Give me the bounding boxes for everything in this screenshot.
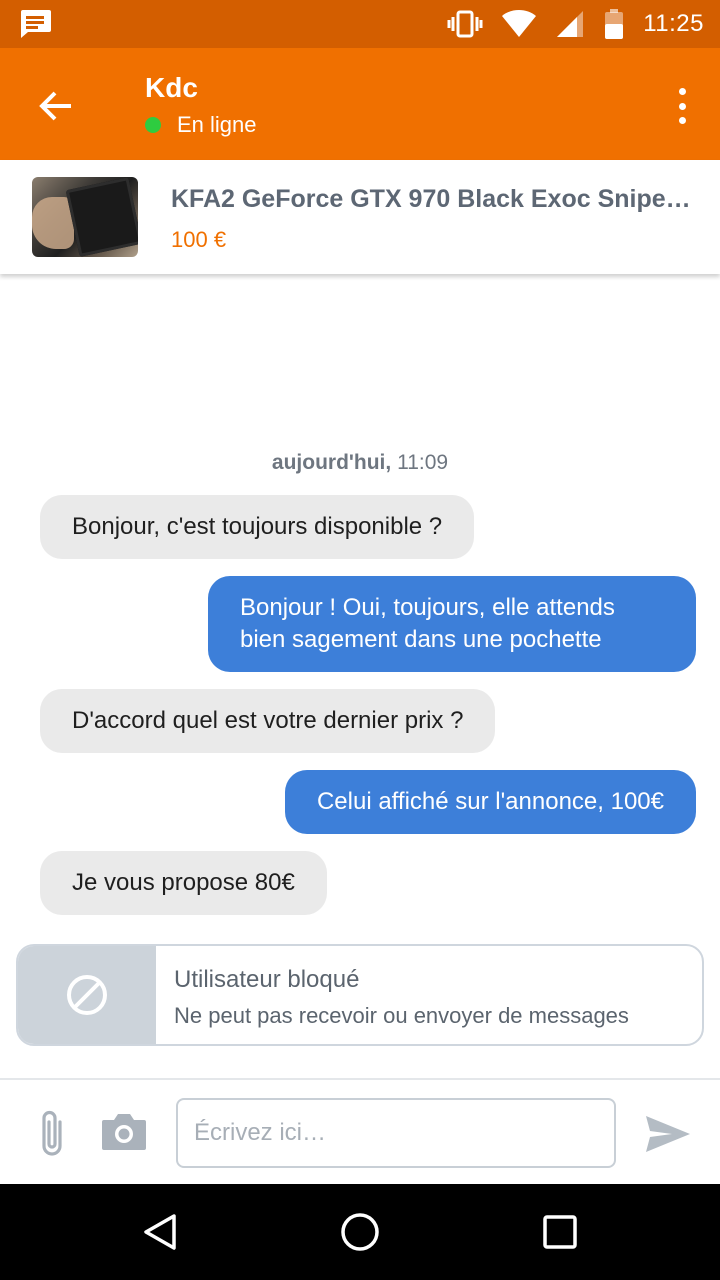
message-composer xyxy=(0,1078,720,1184)
status-bar: 11:25 xyxy=(0,0,720,48)
online-status-label: En ligne xyxy=(177,112,257,137)
message-incoming[interactable]: D'accord quel est votre dernier prix ? xyxy=(40,689,496,753)
message-outgoing[interactable]: Celui affiché sur l'annonce, 100€ xyxy=(284,770,696,834)
date-separator: aujourd'hui, 11:09 xyxy=(0,451,720,475)
message-input[interactable] xyxy=(176,1098,616,1168)
camera-icon[interactable] xyxy=(100,1110,148,1152)
paperclip-icon[interactable] xyxy=(34,1108,74,1160)
conversation-header: Kdc En ligne xyxy=(0,48,720,160)
message-incoming[interactable]: Bonjour, c'est toujours disponible ? xyxy=(40,495,475,559)
blocked-user-notice: Utilisateur bloqué Ne peut pas recevoir … xyxy=(16,944,704,1046)
listing-price: 100 € xyxy=(171,227,227,252)
date-label: aujourd'hui, xyxy=(271,451,392,474)
clock: 11:25 xyxy=(643,10,704,37)
signal-icon xyxy=(557,11,584,37)
blocked-subtitle: Ne peut pas recevoir ou envoyer de messa… xyxy=(174,1003,629,1028)
more-vert-icon xyxy=(678,88,686,95)
online-dot xyxy=(145,117,161,133)
listing-card[interactable]: KFA2 GeForce GTX 970 Black Exoc Sniper… … xyxy=(0,160,720,274)
message-outgoing[interactable]: Bonjour ! Oui, toujours, elle attends bi… xyxy=(208,576,696,672)
back-button[interactable] xyxy=(32,82,80,130)
nav-recents-button[interactable] xyxy=(536,1208,584,1256)
online-status: En ligne xyxy=(145,112,257,138)
nav-back-icon xyxy=(144,1214,176,1250)
wifi-icon xyxy=(502,10,537,37)
nav-home-button[interactable] xyxy=(336,1208,384,1256)
blocked-title: Utilisateur bloqué xyxy=(174,966,360,993)
back-arrow-icon xyxy=(39,91,71,121)
message-incoming[interactable]: Je vous propose 80€ xyxy=(40,851,327,915)
nav-back-button[interactable] xyxy=(136,1208,184,1256)
more-options-button[interactable] xyxy=(670,84,694,128)
contact-name[interactable]: Kdc xyxy=(145,72,198,104)
listing-thumbnail xyxy=(32,177,138,257)
nav-recents-icon xyxy=(543,1215,577,1249)
system-navigation-bar xyxy=(0,1184,720,1280)
battery-icon xyxy=(605,9,624,39)
block-icon xyxy=(67,975,107,1015)
send-icon[interactable] xyxy=(644,1114,692,1154)
nav-home-icon xyxy=(341,1213,379,1251)
vibrate-icon xyxy=(447,10,483,38)
listing-title: KFA2 GeForce GTX 970 Black Exoc Sniper… xyxy=(171,185,696,213)
message-notification-icon xyxy=(21,10,51,38)
date-time: 11:09 xyxy=(397,451,449,474)
